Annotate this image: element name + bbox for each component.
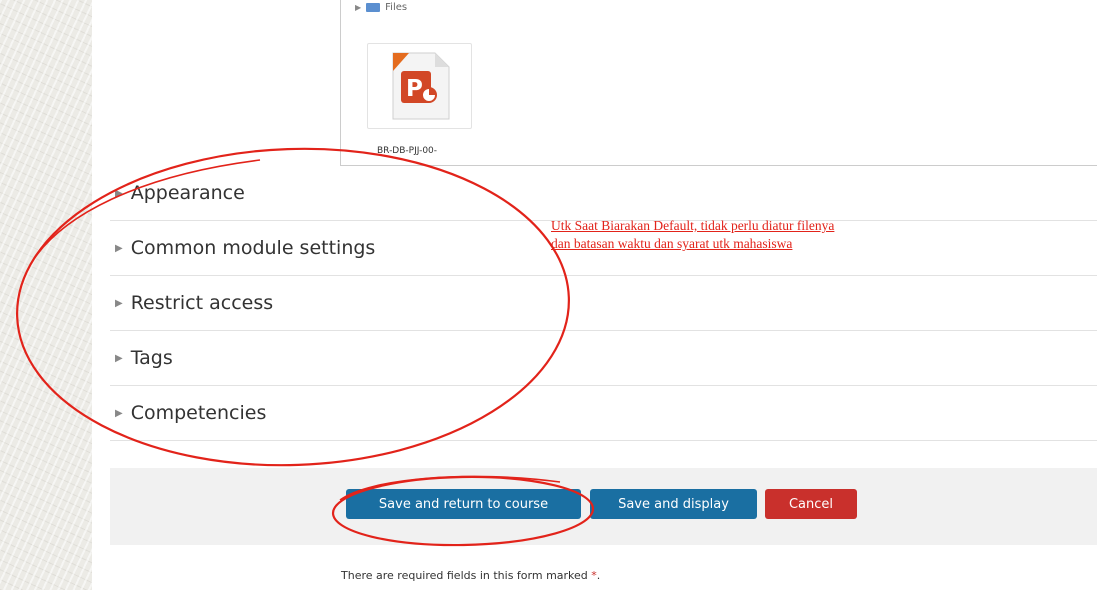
- svg-text:P: P: [406, 76, 423, 102]
- annotation-line-1: Utk Saat Biarakan Default, tidak perlu d…: [551, 218, 835, 233]
- required-fields-note: There are required fields in this form m…: [341, 569, 600, 582]
- annotation-note: Utk Saat Biarakan Default, tidak perlu d…: [551, 217, 834, 253]
- expand-arrow-icon: ▶: [355, 3, 362, 12]
- powerpoint-file-icon: P: [392, 52, 449, 120]
- collapse-triangle-icon: ▶: [115, 407, 123, 419]
- section-tags[interactable]: ▶ Tags: [110, 331, 1097, 386]
- collapse-triangle-icon: ▶: [115, 187, 123, 199]
- file-manager-panel: ▶ Files P BR-DB-PJJ-00-: [340, 0, 1097, 166]
- section-title: Restrict access: [130, 292, 274, 314]
- collapse-triangle-icon: ▶: [115, 242, 123, 254]
- collapse-triangle-icon: ▶: [115, 352, 123, 364]
- file-tile[interactable]: P: [367, 43, 472, 129]
- page-side-background: [0, 0, 92, 590]
- section-competencies[interactable]: ▶ Competencies: [110, 386, 1097, 441]
- cancel-button[interactable]: Cancel: [765, 489, 857, 519]
- section-title: Common module settings: [130, 237, 376, 259]
- path-label: Files: [385, 2, 408, 13]
- save-and-display-button[interactable]: Save and display: [590, 489, 757, 519]
- section-title: Appearance: [130, 182, 245, 204]
- required-end: .: [596, 569, 601, 582]
- required-text: There are required fields in this form m…: [341, 569, 588, 582]
- section-title: Tags: [130, 347, 173, 369]
- section-title: Competencies: [130, 402, 267, 424]
- save-and-return-button[interactable]: Save and return to course: [346, 489, 581, 519]
- section-restrict-access[interactable]: ▶ Restrict access: [110, 276, 1097, 331]
- file-name: BR-DB-PJJ-00-: [377, 146, 438, 156]
- file-path-breadcrumb[interactable]: ▶ Files: [355, 2, 407, 13]
- folder-icon: [366, 3, 381, 12]
- collapse-triangle-icon: ▶: [115, 297, 123, 309]
- annotation-line-2: dan batasan waktu dan syarat utk mahasis…: [551, 236, 793, 251]
- section-appearance[interactable]: ▶ Appearance: [110, 166, 1097, 221]
